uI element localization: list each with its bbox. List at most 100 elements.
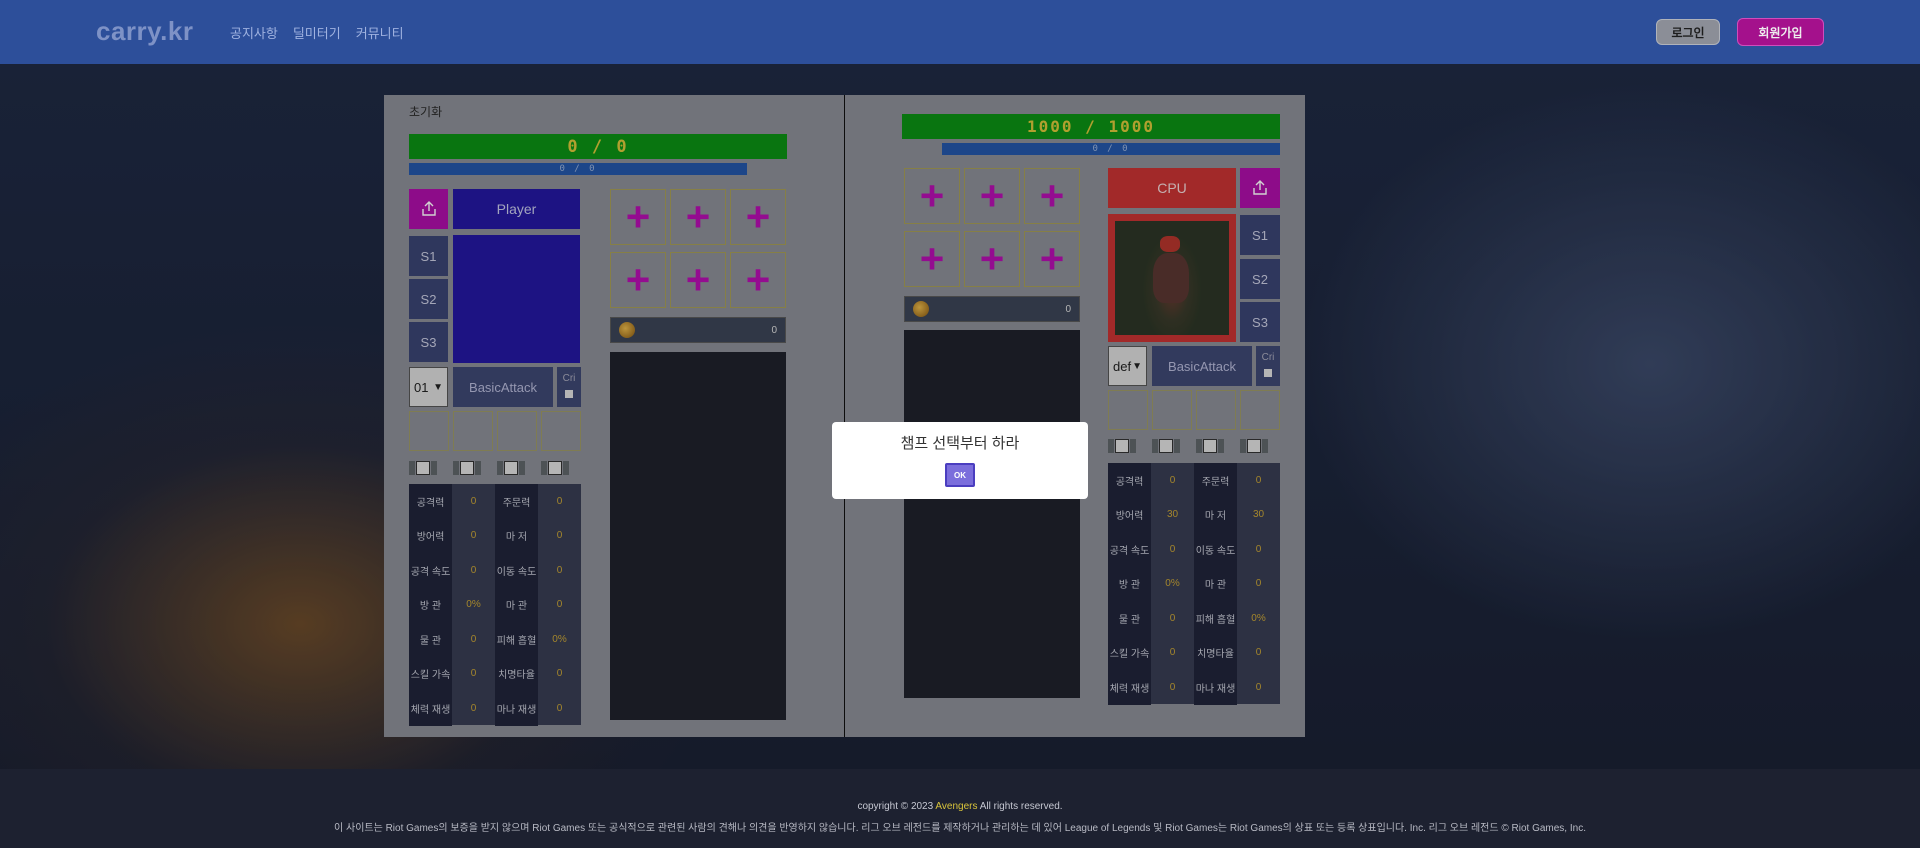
cpu-share-button[interactable] bbox=[1240, 168, 1280, 208]
player-cri-checkbox[interactable] bbox=[565, 390, 573, 398]
stat-value: 0 bbox=[1169, 612, 1176, 624]
login-button[interactable]: 로그인 bbox=[1656, 19, 1720, 45]
panel-divider bbox=[844, 95, 845, 737]
increment-arrow[interactable] bbox=[1218, 439, 1224, 453]
player-add-item-button[interactable]: + bbox=[670, 252, 726, 308]
alert-ok-button[interactable]: OK bbox=[945, 463, 975, 487]
player-item-slot[interactable] bbox=[409, 411, 449, 451]
player-add-item-button[interactable]: + bbox=[610, 252, 666, 308]
player-log-area bbox=[610, 352, 786, 720]
increment-arrow[interactable] bbox=[431, 461, 437, 475]
cpu-item-slot[interactable] bbox=[1152, 390, 1192, 430]
cpu-item-stepper[interactable] bbox=[1108, 438, 1136, 454]
chevron-down-icon: ▼ bbox=[1132, 360, 1142, 372]
cpu-add-item-button[interactable]: + bbox=[964, 168, 1020, 224]
cpu-cri-checkbox[interactable] bbox=[1264, 369, 1272, 377]
decrement-arrow[interactable] bbox=[1152, 439, 1158, 453]
player-add-item-button[interactable]: + bbox=[610, 189, 666, 245]
stat-label: 마 저 bbox=[495, 518, 538, 553]
cpu-item-stepper[interactable] bbox=[1152, 438, 1180, 454]
increment-arrow[interactable] bbox=[1130, 439, 1136, 453]
increment-arrow[interactable] bbox=[519, 461, 525, 475]
decrement-arrow[interactable] bbox=[409, 461, 415, 475]
player-skill-s3[interactable]: S3 bbox=[409, 322, 448, 362]
cpu-add-item-button[interactable]: + bbox=[904, 168, 960, 224]
increment-arrow[interactable] bbox=[475, 461, 481, 475]
player-item-slot[interactable] bbox=[541, 411, 581, 451]
player-item-stepper[interactable] bbox=[541, 460, 569, 476]
nav-dealmeter[interactable]: 딜미터기 bbox=[293, 23, 341, 42]
player-share-button[interactable] bbox=[409, 189, 448, 229]
cpu-skill-s3[interactable]: S3 bbox=[1240, 302, 1280, 342]
player-basic-attack-button[interactable]: BasicAttack bbox=[453, 367, 553, 407]
cpu-name[interactable]: CPU bbox=[1108, 168, 1236, 208]
player-level-value: 01 bbox=[414, 379, 429, 395]
item-checkbox[interactable] bbox=[1115, 439, 1129, 453]
item-checkbox[interactable] bbox=[548, 461, 562, 475]
player-add-item-button[interactable]: + bbox=[730, 189, 786, 245]
share-icon bbox=[421, 201, 436, 216]
copyright-brand[interactable]: Avengers bbox=[935, 801, 977, 812]
player-item-stepper[interactable] bbox=[453, 460, 481, 476]
cpu-add-item-button[interactable]: + bbox=[964, 231, 1020, 287]
cpu-add-item-button[interactable]: + bbox=[1024, 231, 1080, 287]
item-checkbox[interactable] bbox=[460, 461, 474, 475]
player-hp-bar: 0 / 0 bbox=[409, 134, 787, 159]
player-name[interactable]: Player bbox=[453, 189, 580, 229]
decrement-arrow[interactable] bbox=[1108, 439, 1114, 453]
cpu-basic-attack-button[interactable]: BasicAttack bbox=[1152, 346, 1252, 386]
increment-arrow[interactable] bbox=[563, 461, 569, 475]
decrement-arrow[interactable] bbox=[541, 461, 547, 475]
player-champion-portrait[interactable] bbox=[453, 235, 580, 363]
increment-arrow[interactable] bbox=[1262, 439, 1268, 453]
player-add-item-button[interactable]: + bbox=[670, 189, 726, 245]
alert-dialog: 챔프 선택부터 하라 OK bbox=[832, 422, 1088, 499]
player-level-select[interactable]: 01 ▼ bbox=[409, 367, 448, 407]
cpu-gold-value: 0 bbox=[1065, 303, 1071, 315]
stat-row: 스킬 가속 0 치명타율 0 bbox=[1108, 635, 1280, 670]
decrement-arrow[interactable] bbox=[497, 461, 503, 475]
decrement-arrow[interactable] bbox=[1196, 439, 1202, 453]
decrement-arrow[interactable] bbox=[1240, 439, 1246, 453]
stat-value: 0 bbox=[470, 702, 477, 714]
nav-community[interactable]: 커뮤니티 bbox=[356, 23, 404, 42]
player-item-slot[interactable] bbox=[453, 411, 493, 451]
cpu-add-item-button[interactable]: + bbox=[1024, 168, 1080, 224]
cpu-cri-toggle[interactable]: Cri bbox=[1256, 346, 1280, 386]
item-checkbox[interactable] bbox=[1247, 439, 1261, 453]
player-item-stepper[interactable] bbox=[497, 460, 525, 476]
player-item-slot[interactable] bbox=[497, 411, 537, 451]
cpu-add-item-button[interactable]: + bbox=[904, 231, 960, 287]
cpu-item-slot[interactable] bbox=[1240, 390, 1280, 430]
player-item-stepper[interactable] bbox=[409, 460, 437, 476]
stat-label: 공격력 bbox=[409, 484, 452, 519]
stat-label: 스킬 가속 bbox=[409, 656, 452, 691]
cpu-champion-portrait[interactable] bbox=[1108, 214, 1236, 342]
player-skill-s1[interactable]: S1 bbox=[409, 236, 448, 276]
stat-label: 마 관 bbox=[495, 587, 538, 622]
stat-label: 치명타율 bbox=[495, 656, 538, 691]
stat-label: 공격 속도 bbox=[1108, 532, 1151, 567]
item-checkbox[interactable] bbox=[416, 461, 430, 475]
site-logo[interactable]: carry.kr bbox=[96, 16, 194, 47]
cpu-item-stepper[interactable] bbox=[1196, 438, 1224, 454]
item-checkbox[interactable] bbox=[504, 461, 518, 475]
player-skill-s2[interactable]: S2 bbox=[409, 279, 448, 319]
reset-button[interactable]: 초기화 bbox=[409, 103, 442, 120]
cpu-skill-s2[interactable]: S2 bbox=[1240, 259, 1280, 299]
cpu-skill-s1[interactable]: S1 bbox=[1240, 215, 1280, 255]
decrement-arrow[interactable] bbox=[453, 461, 459, 475]
cpu-item-slot[interactable] bbox=[1196, 390, 1236, 430]
increment-arrow[interactable] bbox=[1174, 439, 1180, 453]
cpu-level-select[interactable]: def ▼ bbox=[1108, 346, 1147, 386]
cpu-item-slot[interactable] bbox=[1108, 390, 1148, 430]
player-cri-toggle[interactable]: Cri bbox=[557, 367, 581, 407]
item-checkbox[interactable] bbox=[1203, 439, 1217, 453]
cpu-stats-table: 공격력 0 주문력 0 방어력 30 마 저 30 공격 속도 0 이동 속도 0 방 관 0% 마 … bbox=[1108, 463, 1280, 705]
top-header: carry.kr 공지사항 딜미터기 커뮤니티 로그인 회원가입 bbox=[0, 0, 1920, 64]
nav-notice[interactable]: 공지사항 bbox=[230, 23, 278, 42]
player-add-item-button[interactable]: + bbox=[730, 252, 786, 308]
cpu-item-stepper[interactable] bbox=[1240, 438, 1268, 454]
signup-button[interactable]: 회원가입 bbox=[1737, 18, 1824, 46]
item-checkbox[interactable] bbox=[1159, 439, 1173, 453]
